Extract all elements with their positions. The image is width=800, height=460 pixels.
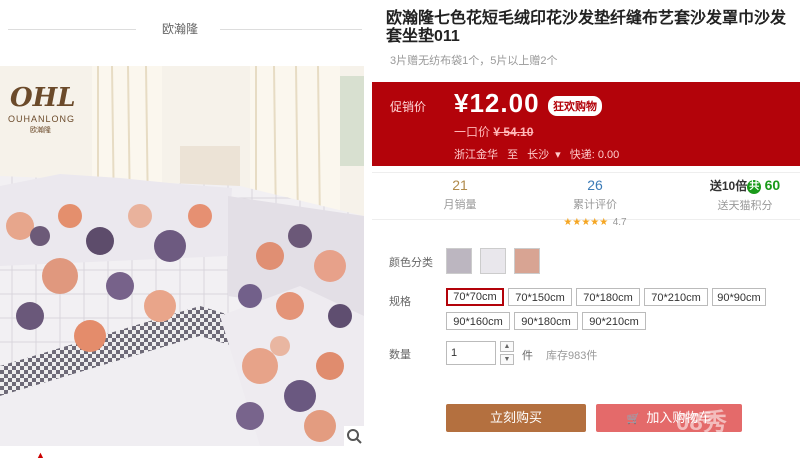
points: 送10倍共 60 送天猫积分 (690, 177, 800, 213)
size-option-70x150[interactable]: 70*150cm (508, 288, 572, 306)
promo-text: 3片赠无纺布袋1个，5片以上赠2个 (390, 55, 558, 67)
original-price: 一口价 ¥ 54.10 (454, 123, 533, 140)
active-thumb-indicator-icon: ▲ (36, 450, 45, 460)
size-option-70x70[interactable]: 70*70cm (446, 288, 504, 306)
points-icon: 共 (747, 179, 762, 194)
stock-count: 库存983件 (546, 350, 598, 362)
quantity-unit: 件 (522, 350, 533, 362)
watermark-logo: 08秀 (676, 409, 727, 436)
points-label: 送天猫积分 (717, 200, 773, 212)
color-swatch[interactable] (514, 248, 540, 274)
size-label: 规格 (389, 296, 411, 308)
size-option-90x160[interactable]: 90*160cm (446, 312, 510, 330)
product-photo: OHL OUHANLONG 欧瀚隆 (0, 66, 364, 446)
quantity-decrease-icon[interactable]: ▼ (500, 354, 514, 365)
magnifier-icon[interactable] (344, 426, 364, 446)
monthly-sales-value: 21 (452, 177, 468, 193)
buy-now-button[interactable]: 立刻购买 (446, 404, 586, 432)
ship-to-select[interactable]: 长沙 (527, 149, 549, 161)
reviews-label: 累计评价 (573, 199, 617, 211)
ship-to-label: 至 (507, 149, 519, 161)
points-row: 送10倍共 60 (690, 177, 800, 194)
ship-from: 浙江金华 (454, 149, 498, 161)
quantity-increase-icon[interactable]: ▲ (500, 341, 514, 352)
size-option-90x180[interactable]: 90*180cm (514, 312, 578, 330)
color-swatch[interactable] (446, 248, 472, 274)
quantity-label: 数量 (389, 349, 411, 361)
rating-value: 4.7 (612, 217, 627, 228)
quantity-input[interactable]: 1 (446, 341, 496, 365)
shipping-info: 浙江金华 至 长沙 ▾ 快递: 0.00 (454, 146, 625, 162)
promo-badge[interactable]: 狂欢购物 (548, 96, 602, 116)
shipping-fee: 快递: 0.00 (569, 149, 620, 161)
points-value: 60 (764, 177, 781, 193)
size-option-90x90[interactable]: 90*90cm (712, 288, 766, 306)
cart-icon: 🛒 (626, 413, 641, 425)
reviews[interactable]: 26 累计评价 ★★★★★ 4.7 (550, 177, 640, 230)
original-price-value: ¥ 54.10 (493, 125, 534, 139)
rating-row: ★★★★★ 4.7 (550, 212, 640, 230)
monthly-sales-label: 月销量 (443, 199, 477, 211)
divider (220, 29, 362, 30)
monthly-sales: 21 月销量 (420, 177, 500, 212)
shop-header: 欧瀚隆 (0, 0, 370, 60)
svg-text:OHL: OHL (10, 83, 76, 113)
points-prefix: 送10倍 (709, 179, 748, 193)
size-option-70x210[interactable]: 70*210cm (644, 288, 708, 306)
reviews-count[interactable]: 26 (550, 177, 640, 193)
svg-text:OUHANLONG: OUHANLONG (8, 114, 75, 124)
stats-bar: 21 月销量 26 累计评价 ★★★★★ 4.7 送10倍共 60 送天猫积分 (372, 172, 800, 228)
svg-text:欧瀚隆: 欧瀚隆 (30, 125, 51, 134)
divider (8, 29, 136, 30)
original-price-label: 一口价 (454, 125, 491, 139)
thumbnail-strip (0, 446, 364, 460)
shop-name[interactable]: 欧瀚隆 (150, 20, 210, 37)
promo-price: ¥12.00 (454, 88, 540, 118)
size-option-90x210[interactable]: 90*210cm (582, 312, 646, 330)
price-panel: 促销价 ¥12.00 狂欢购物 一口价 ¥ 54.10 浙江金华 至 长沙 ▾ 快… (372, 82, 800, 166)
product-title: 欧瀚隆七色花短毛绒印花沙发垫纤缝布艺套沙发罩巾沙发套坐垫011 (386, 10, 787, 45)
chevron-down-icon[interactable]: ▾ (555, 149, 561, 161)
price-label: 促销价 (390, 100, 427, 114)
size-option-70x180[interactable]: 70*180cm (576, 288, 640, 306)
star-rating-icon: ★★★★★ (563, 217, 609, 228)
product-main-image[interactable]: OHL OUHANLONG 欧瀚隆 (0, 66, 364, 446)
color-swatch[interactable] (480, 248, 506, 274)
color-label: 颜色分类 (389, 257, 433, 269)
